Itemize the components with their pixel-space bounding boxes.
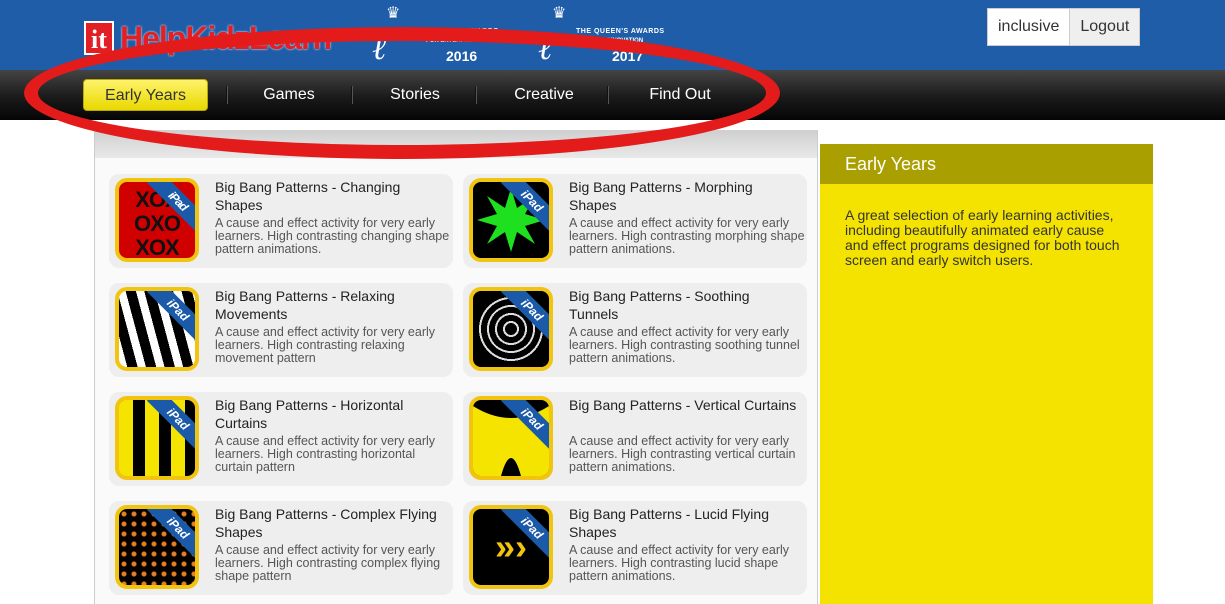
activity-card[interactable]: »› iPad Big Bang Patterns - Lucid Flying… bbox=[463, 501, 807, 595]
main-nav: Early Years Games Stories Creative Find … bbox=[0, 70, 1225, 120]
nav-early-years[interactable]: Early Years bbox=[83, 79, 208, 111]
activity-title[interactable]: Big Bang Patterns - Vertical Curtains bbox=[569, 396, 801, 414]
activity-card[interactable]: iPad Big Bang Patterns - Complex Flying … bbox=[109, 501, 453, 595]
category-title: Early Years bbox=[820, 144, 1153, 184]
panel-header-bar bbox=[95, 130, 817, 158]
activity-card[interactable]: iPad Big Bang Patterns - Vertical Curtai… bbox=[463, 392, 807, 486]
award-year: 2016 bbox=[446, 48, 478, 64]
crown-icon: ♛ bbox=[386, 5, 401, 22]
logo-mark: it bbox=[84, 21, 114, 55]
ipad-badge: iPad bbox=[500, 291, 549, 342]
activity-title[interactable]: Big Bang Patterns - Morphing Shapes bbox=[569, 178, 801, 214]
green-star-icon: iPad bbox=[469, 178, 553, 262]
yellow-curtain-icon: iPad bbox=[469, 396, 553, 480]
activity-panel: XOX OXO XOX iPad Big Bang Patterns - Chang… bbox=[94, 130, 818, 604]
activity-description: A cause and effect activity for very ear… bbox=[569, 543, 790, 583]
logout-button[interactable]: Logout bbox=[1069, 9, 1140, 45]
yellow-chevrons-icon: »› iPad bbox=[469, 505, 553, 589]
crown-icon: ♛ bbox=[552, 5, 567, 22]
activity-card[interactable]: iPad Big Bang Patterns - Morphing Shapes… bbox=[463, 174, 807, 268]
ipad-badge: iPad bbox=[146, 182, 195, 233]
award-swirl-icon: ℓ bbox=[538, 30, 553, 67]
activity-title[interactable]: Big Bang Patterns - Complex Flying Shape… bbox=[215, 505, 447, 541]
activity-title[interactable]: Big Bang Patterns - Relaxing Movements bbox=[215, 287, 447, 323]
activity-title[interactable]: Big Bang Patterns - Horizontal Curtains bbox=[215, 396, 447, 432]
username-link[interactable]: inclusive bbox=[988, 9, 1070, 45]
category-description: A great selection of early learning acti… bbox=[845, 207, 1120, 268]
zebra-stripes-icon: iPad bbox=[115, 287, 199, 371]
activity-title[interactable]: Big Bang Patterns - Changing Shapes bbox=[215, 178, 447, 214]
nav-creative[interactable]: Creative bbox=[497, 79, 591, 111]
activity-description: A cause and effect activity for very ear… bbox=[215, 543, 441, 583]
activity-card[interactable]: iPad Big Bang Patterns - Horizontal Curt… bbox=[109, 392, 453, 486]
nav-games[interactable]: Games bbox=[244, 79, 334, 111]
activity-description: A cause and effect activity for very ear… bbox=[215, 325, 436, 365]
tunnel-rings-icon: iPad bbox=[469, 287, 553, 371]
activity-description: A cause and effect activity for very ear… bbox=[215, 216, 450, 256]
activity-description: A cause and effect activity for very ear… bbox=[569, 325, 800, 365]
activity-title[interactable]: Big Bang Patterns - Lucid Flying Shapes bbox=[569, 505, 801, 541]
activity-description: A cause and effect activity for very ear… bbox=[215, 434, 436, 474]
award-swirl-icon: ℓ bbox=[372, 30, 387, 67]
logo-wordmark: HelpKidzLearn bbox=[120, 19, 332, 56]
nav-divider bbox=[475, 86, 477, 104]
nav-find-out[interactable]: Find Out bbox=[630, 79, 730, 111]
category-info-panel: Early Years A great selection of early l… bbox=[820, 144, 1153, 604]
activity-title[interactable]: Big Bang Patterns - Soothing Tunnels bbox=[569, 287, 801, 323]
activity-description: A cause and effect activity for very ear… bbox=[569, 434, 796, 474]
site-logo[interactable]: it HelpKidzLearn bbox=[84, 18, 332, 58]
nav-divider bbox=[351, 86, 353, 104]
orange-dots-icon: iPad bbox=[115, 505, 199, 589]
user-menu: inclusive Logout bbox=[987, 8, 1141, 46]
award-year: 2017 bbox=[612, 48, 644, 64]
ipad-badge: iPad bbox=[146, 291, 195, 342]
xo-pattern-icon: XOX OXO XOX iPad bbox=[115, 178, 199, 262]
activity-description: A cause and effect activity for very ear… bbox=[569, 216, 805, 256]
activity-card[interactable]: iPad Big Bang Patterns - Soothing Tunnel… bbox=[463, 283, 807, 377]
ipad-badge: iPad bbox=[146, 509, 195, 560]
top-header: it HelpKidzLearn ♛ ℓ THE QUEEN'S AWARDS … bbox=[0, 0, 1225, 70]
nav-stories[interactable]: Stories bbox=[370, 79, 460, 111]
yellow-stripes-icon: iPad bbox=[115, 396, 199, 480]
activity-card[interactable]: iPad Big Bang Patterns - Relaxing Moveme… bbox=[109, 283, 453, 377]
activity-card[interactable]: XOX OXO XOX iPad Big Bang Patterns - Chang… bbox=[109, 174, 453, 268]
ipad-badge: iPad bbox=[500, 509, 549, 560]
nav-divider bbox=[607, 86, 609, 104]
nav-divider bbox=[226, 86, 228, 104]
ipad-badge: iPad bbox=[146, 400, 195, 451]
